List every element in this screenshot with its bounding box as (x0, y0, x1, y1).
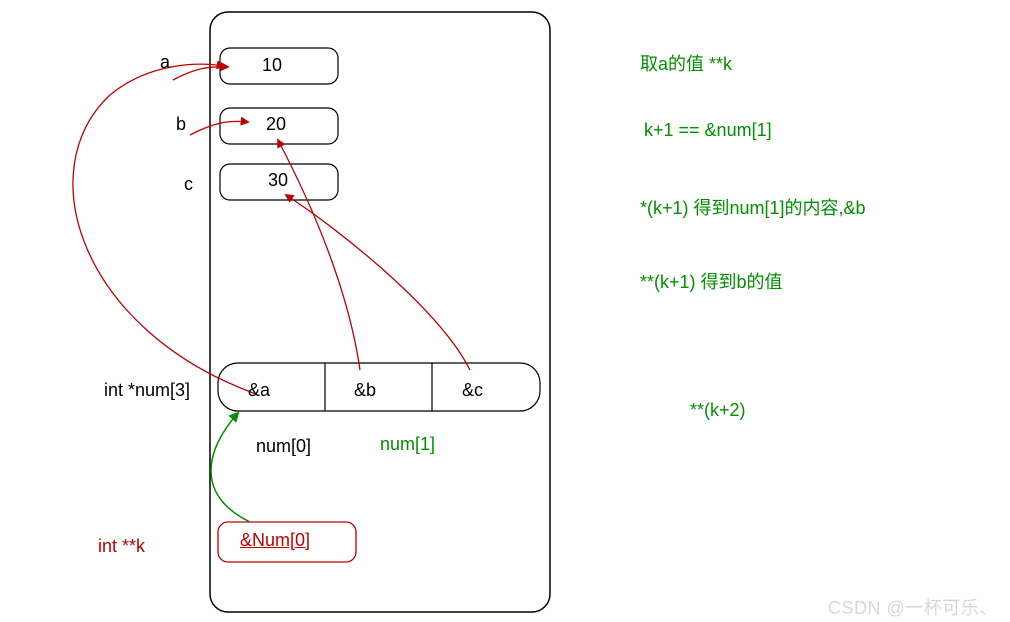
label-a: a (160, 52, 170, 73)
cell-amp-c: &c (462, 380, 483, 401)
note-2: k+1 == &num[1] (644, 120, 772, 141)
arrow-label-b (190, 121, 248, 135)
idx-num0: num[0] (256, 436, 311, 457)
value-c: 30 (268, 170, 288, 191)
k-decl: int **k (98, 536, 145, 557)
diagram-canvas (0, 0, 1010, 622)
note-4: **(k+1) 得到b的值 (640, 268, 783, 294)
idx-num1: num[1] (380, 434, 435, 455)
note-3: *(k+1) 得到num[1]的内容,&b (640, 194, 866, 220)
watermark: CSDN @一杯可乐、 (828, 594, 998, 620)
note-5: **(k+2) (690, 400, 746, 421)
note-1: 取a的值 **k (640, 50, 732, 76)
value-b: 20 (266, 114, 286, 135)
label-b: b (176, 114, 186, 135)
label-c: c (184, 174, 193, 195)
cell-amp-a: &a (248, 380, 270, 401)
arrow-amp-b-to-b (278, 140, 360, 370)
k-box-text: &Num[0] (240, 530, 310, 551)
arrow-amp-a-to-a (73, 64, 256, 394)
num-decl: int *num[3] (104, 380, 190, 401)
arrow-k-to-num0 (211, 413, 250, 522)
cell-amp-b: &b (354, 380, 376, 401)
value-a: 10 (262, 55, 282, 76)
arrow-amp-c-to-c (286, 195, 470, 370)
